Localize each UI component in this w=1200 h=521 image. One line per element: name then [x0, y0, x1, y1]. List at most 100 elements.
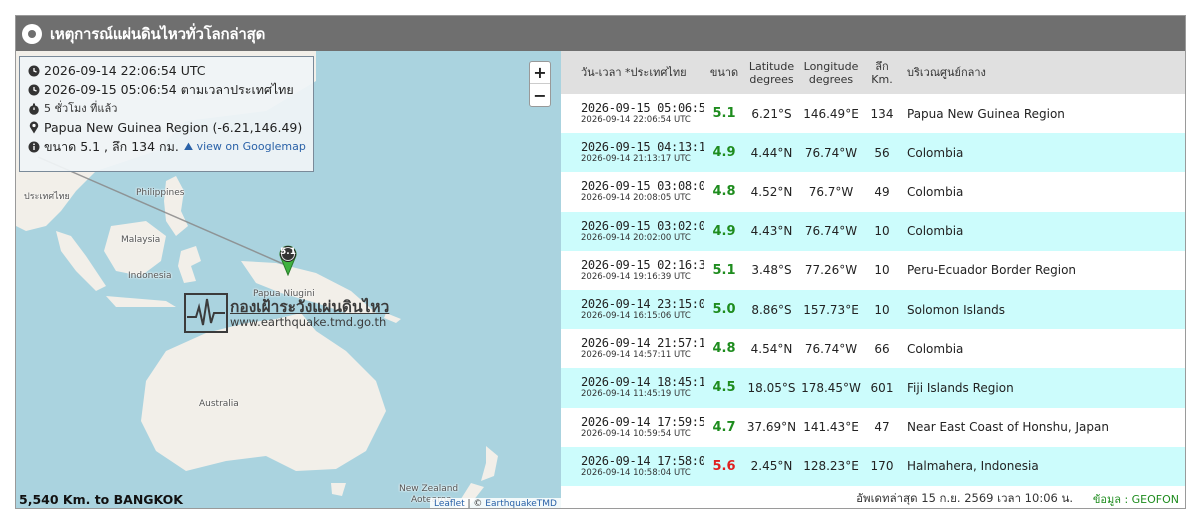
cell-region: Colombia — [907, 184, 964, 199]
last-updated: อัพเดทล่าสุด 15 ก.ย. 2569 เวลา 10:06 น. — [856, 491, 1073, 505]
cell-latitude: 4.54°N — [750, 341, 793, 356]
cell-datetime: 2026-09-14 18:45:19 2026-09-14 11:45:19 U… — [561, 368, 704, 407]
cell-datetime: 2026-09-15 02:16:39 2026-09-14 19:16:39 U… — [561, 251, 704, 290]
table-row[interactable]: 2026-09-14 21:57:11 2026-09-14 14:57:11 U… — [561, 329, 1185, 368]
cell-datetime: 2026-09-15 03:02:00 2026-09-14 20:02:00 U… — [561, 212, 704, 251]
cell-thai-time: 2026-09-15 03:08:05 — [581, 179, 704, 194]
seismograph-icon — [184, 293, 228, 333]
cell-datetime: 2026-09-14 17:59:54 2026-09-14 10:59:54 U… — [561, 408, 704, 447]
cell-depth: 134 — [870, 106, 894, 121]
table-row[interactable]: 2026-09-14 17:58:04 2026-09-14 10:58:04 U… — [561, 446, 1185, 486]
data-source[interactable]: ข้อมูล : GEOFON — [1093, 490, 1179, 508]
map-label-australia: Australia — [199, 399, 239, 409]
cell-depth: 47 — [874, 420, 890, 435]
cell-thai-time: 2026-09-14 17:59:54 — [581, 414, 704, 429]
info-icon — [27, 140, 40, 153]
cell-depth: 10 — [874, 302, 890, 317]
table-row[interactable]: 2026-09-15 03:08:05 2026-09-14 20:08:05 U… — [561, 172, 1185, 211]
cell-datetime: 2026-09-15 05:06:54 2026-09-14 22:06:54 U… — [561, 94, 704, 133]
cell-latitude: 8.86°S — [751, 302, 792, 317]
cell-thai-time: 2026-09-14 21:57:11 — [581, 336, 704, 351]
clock-icon — [27, 83, 40, 96]
cell-thai-time: 2026-09-15 02:16:39 — [581, 257, 704, 272]
cell-longitude: 141.43°E — [803, 420, 859, 435]
zoom-out-button[interactable]: − — [530, 84, 550, 106]
cell-region: Colombia — [907, 341, 964, 356]
cell-thai-time: 2026-09-15 03:02:00 — [581, 218, 704, 233]
table-row[interactable]: 2026-09-15 04:13:17 2026-09-14 21:13:17 U… — [561, 133, 1185, 173]
header-latitude-unit: degrees — [749, 72, 794, 86]
table-row[interactable]: 2026-09-15 05:06:54 2026-09-14 22:06:54 U… — [561, 94, 1185, 133]
magnitude-value: 4.9 — [712, 145, 736, 161]
magnitude-value: 4.9 — [712, 223, 736, 239]
cell-region: Papua New Guinea Region — [907, 106, 1065, 121]
event-table-panel: วัน-เวลา *ประเทศไทย ขนาด Latitude degrees… — [561, 51, 1185, 508]
cell-longitude: 128.23°E — [803, 459, 859, 474]
cell-thai-time: 2026-09-14 23:15:06 — [581, 297, 704, 312]
table-row[interactable]: 2026-09-15 02:16:39 2026-09-14 19:16:39 U… — [561, 251, 1185, 290]
attribution-separator: | © — [464, 499, 486, 509]
map-label-philippines: Philippines — [136, 188, 185, 198]
event-table-body: 2026-09-15 05:06:54 2026-09-14 22:06:54 U… — [561, 94, 1185, 486]
cell-depth: 170 — [870, 459, 894, 474]
cell-magnitude: 5.6 — [704, 447, 744, 486]
clock-icon — [27, 64, 40, 77]
zoom-in-button[interactable]: + — [530, 62, 550, 84]
cell-longitude: 77.26°W — [804, 263, 858, 278]
popup-location-line: Papua New Guinea Region (-6.21,146.49) — [27, 118, 306, 137]
cell-utc-time: 2026-09-14 16:15:06 UTC — [581, 311, 691, 322]
cell-datetime: 2026-09-15 04:13:17 2026-09-14 21:13:17 U… — [561, 133, 704, 172]
cell-region: Colombia — [907, 224, 964, 239]
header-datetime: วัน-เวลา *ประเทศไทย — [581, 66, 687, 79]
earthquake-map[interactable]: Philippines Malaysia Indonesia Papua Niu… — [16, 51, 561, 509]
header-depth-title: ลึก — [875, 59, 889, 73]
popup-utc-line: 2026-09-14 22:06:54 UTC — [27, 61, 306, 80]
cell-longitude: 76.74°W — [804, 145, 858, 160]
header-depth: ลึก Km. — [863, 51, 901, 94]
header-longitude-title: Longitude — [803, 59, 859, 73]
cell-depth: 49 — [874, 184, 890, 199]
epicenter-marker[interactable]: 5.1 — [277, 244, 299, 277]
cell-latitude: 2.45°N — [750, 459, 793, 474]
map-marker-icon — [27, 121, 40, 134]
cell-longitude: 76.7°W — [808, 184, 854, 199]
popup-utc-time: 2026-09-14 22:06:54 UTC — [44, 63, 206, 78]
cell-magnitude: 4.9 — [704, 133, 744, 172]
header-longitude: Longitude degrees — [799, 51, 863, 94]
cell-latitude: 4.43°N — [750, 224, 793, 239]
cell-magnitude: 4.7 — [704, 408, 744, 447]
cell-region: Halmahera, Indonesia — [907, 459, 1039, 474]
cell-latitude: 3.48°S — [751, 263, 792, 278]
zoom-control: + − — [529, 61, 551, 107]
cell-utc-time: 2026-09-14 11:45:19 UTC — [581, 389, 691, 400]
cell-thai-time: 2026-09-14 17:58:04 — [581, 453, 704, 468]
cell-magnitude: 4.5 — [704, 368, 744, 407]
table-row[interactable]: 2026-09-14 18:45:19 2026-09-14 11:45:19 U… — [561, 368, 1185, 408]
earthquake-tmd-link[interactable]: EarthquakeTMD — [485, 499, 557, 508]
leaflet-link[interactable]: Leaflet — [434, 499, 465, 508]
table-row[interactable]: 2026-09-14 17:59:54 2026-09-14 10:59:54 U… — [561, 408, 1185, 447]
cell-thai-time: 2026-09-14 18:45:19 — [581, 375, 704, 390]
event-popup: 2026-09-14 22:06:54 UTC 2026-09-15 05:06… — [19, 56, 314, 172]
table-row[interactable]: 2026-09-15 03:02:00 2026-09-14 20:02:00 U… — [561, 211, 1185, 251]
map-label-new-zealand: New Zealand — [399, 484, 459, 494]
cell-latitude: 4.44°N — [750, 145, 793, 160]
cell-depth: 601 — [870, 380, 894, 395]
magnitude-value: 5.1 — [712, 262, 736, 278]
cell-region: Peru-Ecuador Border Region — [907, 263, 1077, 278]
table-row[interactable]: 2026-09-14 23:15:06 2026-09-14 16:15:06 U… — [561, 289, 1185, 330]
cell-datetime: 2026-09-14 17:58:04 2026-09-14 10:58:04 U… — [561, 447, 704, 486]
googlemap-link[interactable]: ⛰ view on Googlemap — [184, 137, 306, 156]
cell-magnitude: 5.1 — [704, 251, 744, 290]
popup-mag-line: ขนาด 5.1 , ลึก 134 กม. ⛰ view on Googlem… — [27, 137, 306, 156]
cell-depth: 10 — [874, 263, 890, 278]
map-attribution: Leaflet | © EarthquakeTMD — [430, 498, 561, 509]
cell-magnitude: 5.1 — [704, 94, 744, 133]
cell-thai-time: 2026-09-15 04:13:17 — [581, 140, 704, 155]
map-label-thailand: ประเทศไทย — [24, 192, 70, 202]
tmd-logo-url: www.earthquake.tmd.go.th — [230, 315, 387, 329]
popup-ago: 5 ชั่วโมง ที่แล้ว — [44, 102, 118, 115]
cell-longitude: 146.49°E — [803, 106, 859, 121]
cell-longitude: 178.45°W — [801, 380, 861, 395]
magnitude-value: 4.8 — [712, 341, 736, 357]
